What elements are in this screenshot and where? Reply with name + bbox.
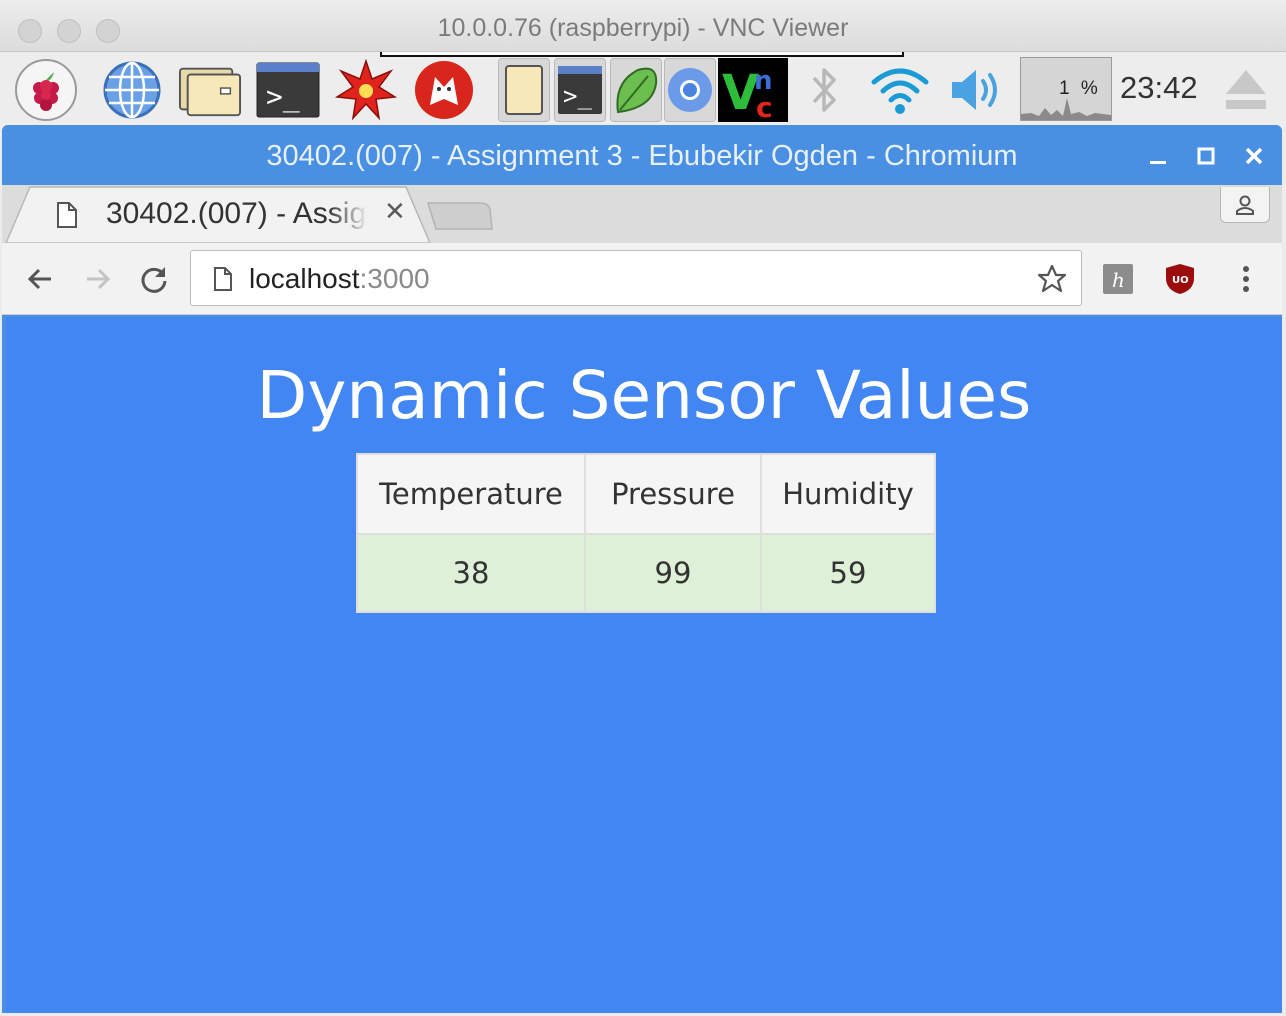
vnc-titlebar: 10.0.0.76 (raspberrypi) - VNC Viewer — [0, 0, 1286, 52]
eject-icon[interactable] — [1214, 58, 1278, 122]
vnc-server-icon[interactable]: V n c — [718, 58, 788, 122]
table-header-row: Temperature Pressure Humidity — [356, 453, 936, 535]
terminal-window-icon[interactable]: >_ — [554, 58, 606, 122]
mathematica-icon[interactable] — [334, 58, 398, 122]
taskbar-progress-bar — [380, 52, 904, 57]
svg-text:h: h — [1112, 268, 1125, 292]
chromium-window-title: 30402.(007) - Assignment 3 - Ebubekir Og… — [266, 140, 1018, 172]
svg-text:UO: UO — [1172, 275, 1189, 286]
hypothesis-extension-icon[interactable]: h — [1096, 259, 1140, 299]
url-text[interactable]: localhost:3000 — [249, 263, 430, 295]
table-row: 38 99 59 — [356, 533, 936, 613]
temperature-value: 38 — [356, 533, 586, 613]
maximize-icon[interactable] — [1191, 141, 1221, 171]
forward-button[interactable] — [76, 259, 120, 299]
svg-text:c: c — [756, 91, 773, 121]
clock[interactable]: 23:42 — [1120, 70, 1198, 106]
reload-icon — [141, 267, 167, 293]
bluetooth-icon[interactable] — [792, 58, 856, 122]
header-temperature: Temperature — [356, 453, 586, 535]
volume-icon[interactable] — [944, 58, 1008, 122]
wolfram-icon[interactable] — [412, 58, 476, 122]
cpu-usage-label: 1 % — [1059, 78, 1101, 99]
terminal-icon[interactable]: >_ — [256, 58, 320, 122]
vnc-window-title: 10.0.0.76 (raspberrypi) - VNC Viewer — [437, 14, 849, 42]
web-browser-icon[interactable] — [100, 58, 164, 122]
chromium-titlebar: 30402.(007) - Assignment 3 - Ebubekir Og… — [2, 125, 1282, 185]
page-icon — [57, 202, 77, 228]
chromium-window-icon[interactable] — [664, 58, 716, 122]
humidity-value: 59 — [760, 533, 936, 613]
tab-close-icon[interactable]: ✕ — [384, 197, 406, 227]
tab-active[interactable]: 30402.(007) - Assignment 3 - Ebubekir Og… — [16, 185, 426, 243]
page-content: Dynamic Sensor Values Temperature Pressu… — [6, 317, 1282, 1013]
svg-text:>_: >_ — [563, 82, 592, 110]
raspberry-menu-icon[interactable] — [14, 58, 78, 122]
person-icon — [1236, 195, 1254, 215]
profile-button[interactable] — [1220, 187, 1270, 223]
bookmark-star-icon[interactable] — [1037, 264, 1067, 294]
reload-button[interactable] — [132, 259, 176, 299]
new-tab-button[interactable] — [426, 201, 494, 231]
minimize-icon[interactable] — [1143, 141, 1173, 171]
back-button[interactable] — [18, 259, 62, 299]
sensor-table: Temperature Pressure Humidity 38 99 59 — [356, 453, 936, 613]
file-manager-icon[interactable] — [178, 58, 242, 122]
url-host: localhost — [249, 263, 360, 294]
pressure-value: 99 — [584, 533, 762, 613]
chromium-window: 30402.(007) - Assignment 3 - Ebubekir Og… — [2, 125, 1282, 1013]
close-icon[interactable] — [1239, 141, 1269, 171]
page-title: Dynamic Sensor Values — [256, 357, 1032, 434]
svg-text:>_: >_ — [266, 80, 300, 114]
text-editor-window-icon[interactable] — [610, 58, 662, 122]
url-port: :3000 — [359, 263, 430, 294]
header-pressure: Pressure — [584, 453, 762, 535]
page-info-icon — [214, 267, 232, 291]
tab-strip: 30402.(007) - Assignment 3 - Ebubekir Og… — [2, 185, 1282, 243]
wifi-icon[interactable] — [868, 58, 932, 122]
taskbar: >_ >_ V n c 1 % 23:42 — [0, 52, 1286, 128]
menu-icon[interactable] — [1224, 259, 1268, 299]
header-humidity: Humidity — [760, 453, 936, 535]
browser-toolbar: localhost:3000 h UO — [2, 243, 1282, 315]
forward-arrow-icon — [87, 268, 111, 290]
back-arrow-icon — [27, 268, 51, 290]
tab-title: 30402.(007) - Assignment 3 - Ebubekir Og… — [106, 197, 368, 230]
ublock-extension-icon[interactable]: UO — [1158, 259, 1202, 299]
address-bar[interactable]: localhost:3000 — [190, 250, 1082, 306]
folder-window-icon[interactable] — [498, 58, 550, 122]
